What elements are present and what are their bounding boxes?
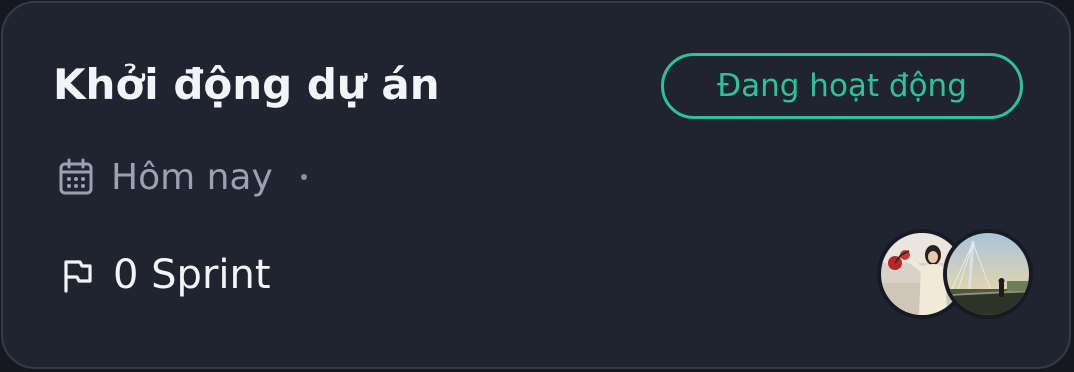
date-label: Hôm nay: [111, 156, 273, 198]
date-row: Hôm nay: [57, 149, 307, 205]
separator-dot: [300, 174, 307, 180]
sprint-row: 0 Sprint: [59, 247, 271, 303]
member-avatars[interactable]: [877, 229, 1045, 325]
sprint-count: 0 Sprint: [113, 252, 271, 298]
flag-icon: [59, 255, 95, 295]
member-avatar-2[interactable]: [943, 229, 1033, 319]
project-title: Khởi động dự án: [53, 60, 440, 109]
project-card[interactable]: Khởi động dự án Đang hoạt động Hôm nay 0…: [1, 1, 1071, 369]
calendar-icon: [57, 157, 95, 197]
status-badge[interactable]: Đang hoạt động: [661, 53, 1023, 119]
